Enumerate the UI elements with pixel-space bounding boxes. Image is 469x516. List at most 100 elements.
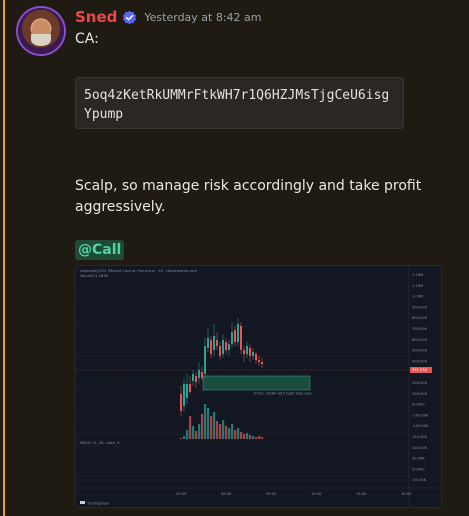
volume-bar bbox=[237, 428, 240, 439]
y-axis-tick-label: 900.00K bbox=[412, 305, 428, 309]
message-highlight-bar bbox=[3, 0, 5, 516]
volume-bar bbox=[219, 424, 222, 439]
volume-bar bbox=[216, 421, 219, 439]
candle-body bbox=[216, 340, 218, 346]
candle-body bbox=[240, 326, 242, 350]
volume-bar bbox=[180, 438, 183, 439]
y-axis-tick-label: -200.00K bbox=[412, 424, 429, 428]
volume-bar bbox=[240, 432, 243, 439]
volume-bar bbox=[201, 414, 204, 439]
volume-bar bbox=[204, 404, 207, 439]
x-axis-tick-label: 09:00 bbox=[266, 492, 277, 496]
volume-bar bbox=[213, 412, 216, 439]
y-axis-tick-label: 600.00K bbox=[412, 338, 428, 342]
candle-body bbox=[192, 374, 194, 381]
avatar-beard bbox=[31, 34, 51, 46]
contract-address-code-block[interactable]: 5oq4zKetRkUMMrFtkWH7r1Q6HZJMsTjgCeU6isgY… bbox=[75, 77, 404, 129]
volume-bar bbox=[192, 426, 195, 439]
candle-body bbox=[204, 346, 206, 374]
x-axis-tick-label: 15:00 bbox=[356, 492, 367, 496]
y-axis-tick-label: 150.00K bbox=[412, 435, 428, 439]
candle-body bbox=[243, 350, 245, 354]
y-axis-tick-label: 300.00K bbox=[412, 370, 428, 374]
x-axis-tick-label: 12:00 bbox=[311, 492, 322, 496]
x-axis-tick-label: 03:30 bbox=[176, 492, 187, 496]
zone-annotation: Entry, 10/80 with tight stop loss bbox=[254, 392, 312, 396]
tradingview-watermark: TradingView bbox=[86, 501, 109, 505]
chart-screenshot: singleplay/SOL (Market Cap) on Pump.fun … bbox=[76, 266, 441, 507]
volume-bar bbox=[195, 431, 198, 439]
y-axis-tick-label: -100.00K bbox=[412, 413, 429, 417]
candle-body bbox=[234, 330, 236, 342]
candle-body bbox=[249, 348, 251, 356]
candle-body bbox=[210, 340, 212, 354]
volume-bar bbox=[222, 420, 225, 439]
tradingview-logo-icon bbox=[80, 501, 85, 504]
volume-bar bbox=[225, 426, 228, 439]
volume-value: 71.183K bbox=[93, 274, 109, 278]
avatar[interactable] bbox=[18, 8, 64, 54]
candle-body bbox=[207, 338, 209, 348]
candle-body bbox=[195, 376, 197, 382]
candle-body bbox=[186, 384, 188, 398]
volume-bar bbox=[258, 436, 261, 439]
chart-header-text: singleplay/SOL (Market Cap) on Pump.fun … bbox=[80, 269, 197, 273]
message-body-text: Scalp, so manage risk accordingly and ta… bbox=[75, 178, 422, 215]
candle-body bbox=[183, 384, 185, 406]
volume-bar bbox=[252, 436, 255, 439]
candle-body bbox=[246, 346, 248, 354]
volume-bar bbox=[231, 424, 234, 439]
candle-body bbox=[261, 362, 263, 364]
y-axis-tick-label: 700.00K bbox=[412, 327, 428, 331]
candle-body bbox=[258, 360, 260, 362]
candle-body bbox=[222, 340, 224, 354]
y-axis-tick-label: 1.10M bbox=[412, 284, 423, 288]
y-axis-tick-label: 100.00K bbox=[412, 446, 428, 450]
chart-image-attachment[interactable]: singleplay/SOL (Market Cap) on Pump.fun … bbox=[75, 265, 442, 508]
entry-zone bbox=[202, 375, 311, 391]
volume-bar bbox=[210, 416, 213, 439]
candle-body bbox=[213, 336, 215, 350]
ca-label: CA: bbox=[75, 31, 99, 47]
candle-body bbox=[180, 394, 182, 411]
volume-bar bbox=[189, 416, 192, 439]
candle-body bbox=[225, 342, 227, 350]
y-axis-tick-label: 800.00K bbox=[412, 316, 428, 320]
y-axis-tick-label: 200.00K bbox=[412, 381, 428, 385]
candle-body bbox=[201, 372, 203, 378]
message-header: Sned Yesterday at 8:42 am bbox=[75, 8, 262, 26]
volume-bar bbox=[186, 430, 189, 439]
volume-bar bbox=[243, 434, 246, 439]
volume-bar bbox=[198, 424, 201, 439]
volume-bar bbox=[234, 430, 237, 439]
username[interactable]: Sned bbox=[75, 8, 117, 26]
role-mention[interactable]: @Call bbox=[75, 240, 125, 260]
y-axis-tick-label: 100.00K bbox=[412, 392, 428, 396]
candle-body bbox=[237, 324, 239, 342]
volume-bar bbox=[246, 433, 249, 439]
x-axis-tick-label: 18:00 bbox=[401, 492, 412, 496]
x-axis-tick-label: 06:00 bbox=[221, 492, 232, 496]
y-axis-tick-label: 500.00K bbox=[412, 349, 428, 353]
candle-body bbox=[219, 346, 221, 356]
y-axis-tick-label: 1.00M bbox=[412, 295, 423, 299]
macd-label: MACD 12, 26, close, 9 bbox=[80, 441, 120, 445]
y-axis-tick-label: 1.20M bbox=[412, 273, 423, 277]
y-axis-tick-label: -50.00K bbox=[412, 478, 427, 482]
y-axis-tick-label: 50.00K bbox=[412, 457, 425, 461]
verified-badge-icon bbox=[123, 10, 137, 24]
volume-bar bbox=[207, 408, 210, 439]
volume-bar bbox=[249, 435, 252, 439]
y-axis-tick-label: 0.0000 bbox=[412, 467, 425, 471]
candle-body bbox=[231, 332, 233, 344]
candle-body bbox=[255, 354, 257, 360]
y-axis-tick-label: 400.00K bbox=[412, 359, 428, 363]
y-axis-tick-label: 0.0000 bbox=[412, 403, 425, 407]
candle-body bbox=[198, 370, 200, 378]
volume-bar bbox=[255, 437, 258, 439]
candle-body bbox=[252, 352, 254, 356]
candle-body bbox=[228, 344, 230, 350]
volume-bar bbox=[183, 436, 186, 439]
volume-bar bbox=[261, 437, 264, 439]
candle-body bbox=[189, 384, 191, 392]
